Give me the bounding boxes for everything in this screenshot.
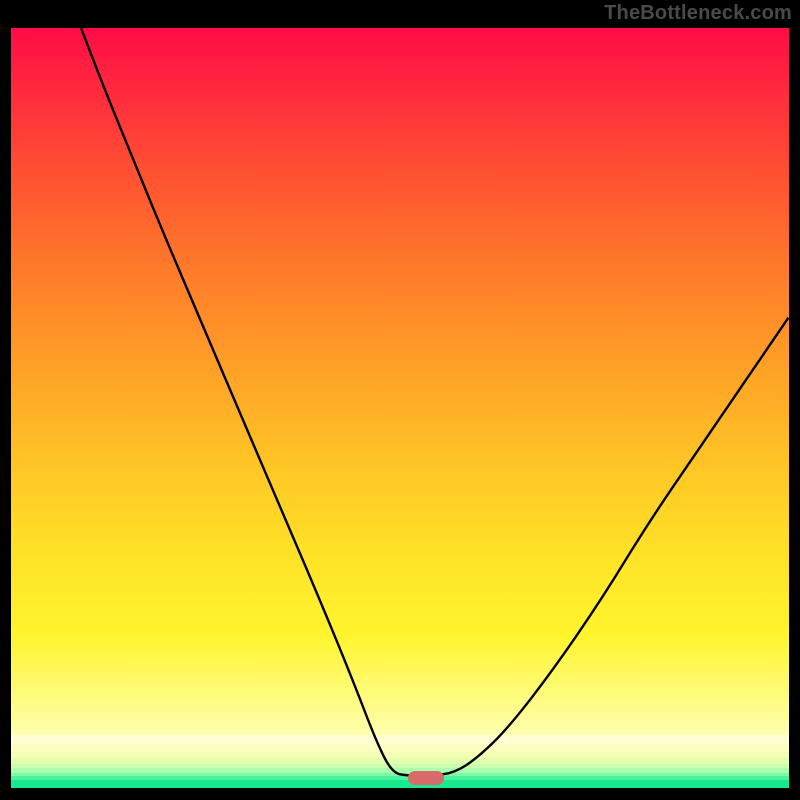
optimal-range-marker — [408, 771, 445, 785]
bottleneck-curve — [11, 28, 789, 788]
curve-path — [81, 28, 789, 776]
plot-area — [11, 28, 789, 788]
watermark-text: TheBottleneck.com — [604, 2, 792, 25]
chart-frame: TheBottleneck.com — [0, 0, 800, 800]
